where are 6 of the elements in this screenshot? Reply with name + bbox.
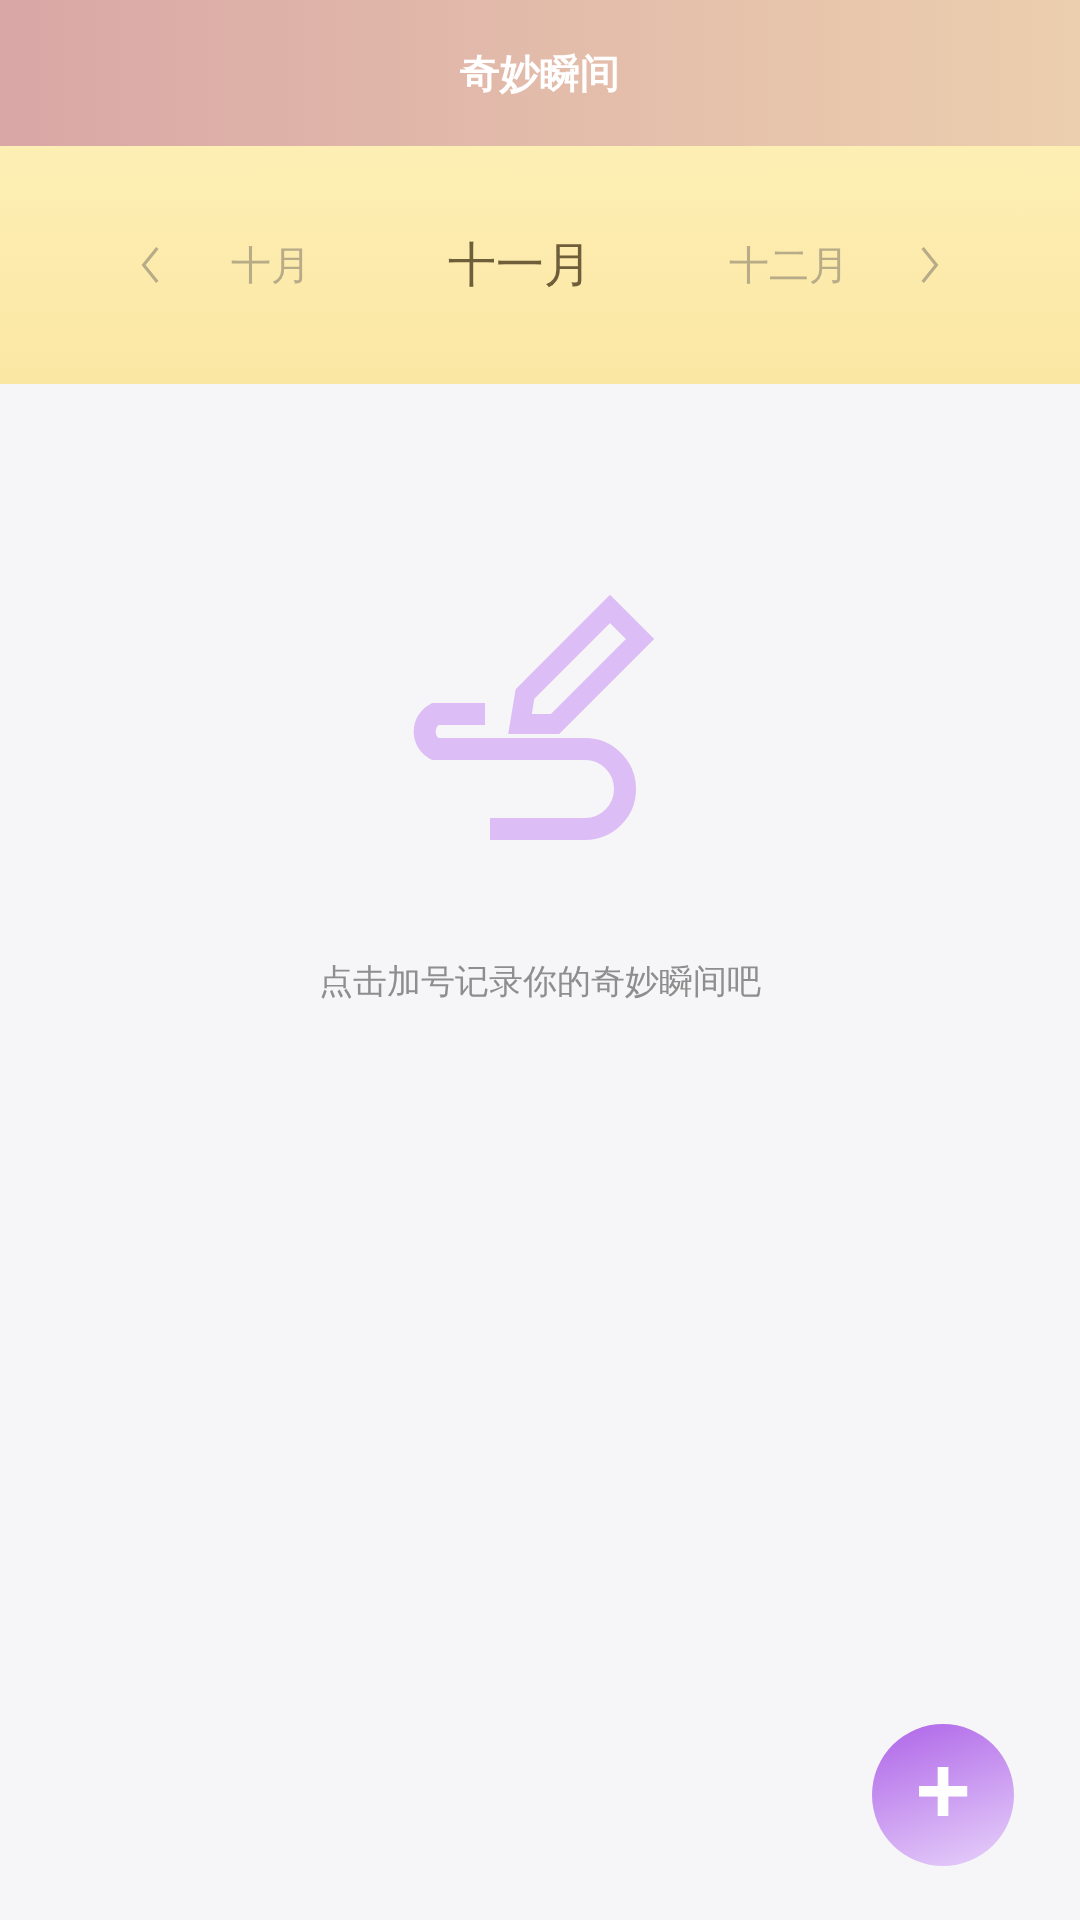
empty-message: 点击加号记录你的奇妙瞬间吧	[319, 960, 761, 1003]
add-button[interactable]: +	[872, 1724, 1014, 1866]
month-tab[interactable]: 十二月	[729, 237, 850, 293]
month-tab[interactable]: 十一月	[448, 233, 592, 297]
app-title: 奇妙瞬间	[460, 48, 620, 98]
month-tab[interactable]: 十月	[230, 237, 311, 293]
